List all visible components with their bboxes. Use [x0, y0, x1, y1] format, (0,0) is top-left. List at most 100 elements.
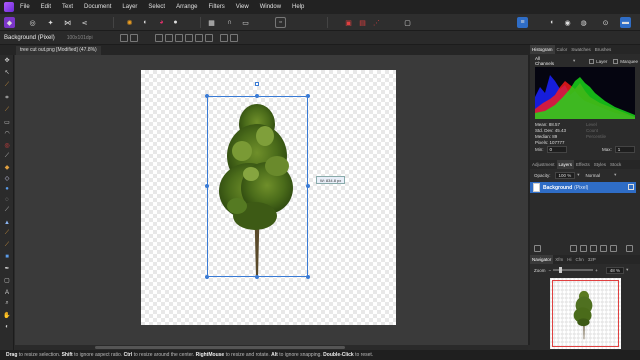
- marquee-tool-icon[interactable]: ▭: [3, 119, 11, 126]
- menu-file[interactable]: File: [20, 4, 30, 10]
- tab-color[interactable]: Color: [555, 47, 570, 52]
- layer-row-background[interactable]: Background (Pixel): [530, 182, 636, 193]
- snapping-icon[interactable]: ∩: [224, 17, 235, 28]
- marquee-checkbox[interactable]: [613, 58, 619, 64]
- zoom-out-icon[interactable]: −: [549, 268, 552, 273]
- tab-32p[interactable]: 32P: [586, 257, 598, 262]
- share-icon[interactable]: ◍: [578, 17, 589, 28]
- adjustment-layer-icon[interactable]: [580, 245, 587, 252]
- view-mode-icon[interactable]: ▭: [240, 17, 251, 28]
- live-filter-icon[interactable]: [590, 245, 597, 252]
- layer-checkbox[interactable]: [589, 58, 595, 64]
- menu-select[interactable]: Select: [148, 4, 165, 10]
- zoom-field[interactable]: 48 %: [605, 266, 625, 274]
- opacity-field[interactable]: 100 %: [554, 171, 576, 179]
- align-top-icon[interactable]: [185, 34, 193, 42]
- blend-mode-select[interactable]: Normal: [586, 173, 601, 178]
- color-picker-icon[interactable]: ⟋: [3, 82, 11, 89]
- tab-swatches[interactable]: Swatches: [569, 47, 593, 52]
- scrollbar-thumb[interactable]: [95, 346, 345, 349]
- chevron-down-icon[interactable]: ▾: [573, 58, 575, 64]
- help-icon[interactable]: ⊙: [600, 17, 611, 28]
- zoom-in-icon[interactable]: +: [595, 268, 598, 273]
- resize-handle-top[interactable]: [255, 94, 259, 98]
- develop-persona-icon[interactable]: ✦: [45, 17, 56, 28]
- align-bottom-icon[interactable]: [205, 34, 213, 42]
- pen-tool-icon[interactable]: ✒: [3, 265, 11, 272]
- chevron-down-icon[interactable]: ▾: [626, 267, 628, 273]
- tab-styles[interactable]: Styles: [592, 162, 608, 167]
- tab-channels[interactable]: Chn: [574, 257, 586, 262]
- move-tool-icon[interactable]: ✥: [3, 57, 11, 64]
- transform-origin-icon[interactable]: [120, 34, 128, 42]
- resize-handle-bottom[interactable]: [255, 275, 259, 279]
- menu-edit[interactable]: Edit: [41, 4, 51, 10]
- auto-white-balance-icon[interactable]: ●: [170, 17, 181, 28]
- clone-brush-icon[interactable]: ⟋: [3, 230, 11, 237]
- tone-mapping-persona-icon[interactable]: ⋈: [62, 17, 73, 28]
- zoom-tool-icon[interactable]: ⌕: [3, 300, 11, 307]
- shape-tool-icon[interactable]: ▢: [3, 277, 11, 284]
- tab-brushes[interactable]: Brushes: [593, 47, 614, 52]
- menu-filters[interactable]: Filters: [208, 4, 224, 10]
- menu-text[interactable]: Text: [62, 4, 73, 10]
- burn-tool-icon[interactable]: ⟋: [3, 207, 11, 214]
- menu-layer[interactable]: Layer: [122, 4, 137, 10]
- photo-persona-icon[interactable]: ◆: [4, 17, 15, 28]
- document-tab[interactable]: tree cut out.png [Modified] (47.8%): [16, 46, 101, 55]
- preferences-icon[interactable]: ▬: [620, 17, 631, 28]
- document-canvas[interactable]: W: 834.8 px: [141, 70, 396, 325]
- rotation-handle[interactable]: [255, 82, 259, 86]
- healing-brush-icon[interactable]: ⟋: [3, 242, 11, 249]
- tab-adjustment[interactable]: Adjustment: [530, 162, 557, 167]
- align-center-icon[interactable]: [165, 34, 173, 42]
- menu-view[interactable]: View: [236, 4, 249, 10]
- chevron-down-icon[interactable]: ▾: [614, 172, 616, 178]
- liquify-persona-icon[interactable]: ◎: [27, 17, 38, 28]
- chevron-down-icon[interactable]: ▾: [577, 172, 579, 178]
- auto-contrast-icon[interactable]: ◐: [140, 17, 151, 28]
- tab-histogram[interactable]: Histogram: [530, 45, 555, 54]
- resize-handle-top-left[interactable]: [205, 94, 209, 98]
- auto-levels-icon[interactable]: ✺: [124, 17, 135, 28]
- selection-brush-icon[interactable]: ⟋: [3, 107, 11, 114]
- resize-handle-left[interactable]: [205, 184, 209, 188]
- grid-icon[interactable]: ▦: [206, 17, 217, 28]
- align-right-icon[interactable]: [175, 34, 183, 42]
- layer-options-icon[interactable]: [534, 245, 541, 252]
- flip-horizontal-icon[interactable]: [230, 34, 238, 42]
- dodge-tool-icon[interactable]: ◌: [3, 196, 11, 203]
- tab-stock[interactable]: Stock: [608, 162, 623, 167]
- text-tool-icon[interactable]: A: [3, 289, 11, 296]
- menu-help[interactable]: Help: [292, 4, 304, 10]
- tab-effects[interactable]: Effects: [574, 162, 592, 167]
- flood-select-icon[interactable]: ◎: [3, 142, 11, 149]
- delete-layer-icon[interactable]: [626, 245, 633, 252]
- max-field[interactable]: 1: [614, 146, 635, 153]
- align-left-icon[interactable]: [155, 34, 163, 42]
- zoom-slider[interactable]: [553, 267, 594, 273]
- min-field[interactable]: 0: [546, 146, 567, 153]
- assistant-icon[interactable]: ≡: [517, 17, 528, 28]
- add-layer-icon[interactable]: [610, 245, 617, 252]
- menu-arrange[interactable]: Arrange: [176, 4, 197, 10]
- resize-handle-bottom-right[interactable]: [306, 275, 310, 279]
- hand-tool-icon[interactable]: ✋: [3, 312, 11, 319]
- snapshot-icon[interactable]: ◉: [562, 17, 573, 28]
- resize-handle-top-right[interactable]: [306, 94, 310, 98]
- mask-layer-icon[interactable]: [570, 245, 577, 252]
- color-wells-icon[interactable]: ◐: [3, 323, 11, 330]
- auto-colors-icon[interactable]: ◕: [156, 17, 167, 28]
- zoom-slider-thumb[interactable]: [559, 267, 563, 273]
- tab-transform[interactable]: Xfm: [553, 257, 565, 262]
- view-tool-icon[interactable]: ↖: [3, 69, 11, 76]
- selection-refine-icon[interactable]: ⋰: [371, 17, 382, 28]
- selection-mode-icon[interactable]: ▣: [343, 17, 354, 28]
- channel-select[interactable]: All Channels: [535, 56, 559, 66]
- flood-fill-icon[interactable]: ●: [3, 185, 11, 192]
- show-bounding-box-icon[interactable]: [130, 34, 138, 42]
- group-layers-icon[interactable]: [600, 245, 607, 252]
- gradient-tool-icon[interactable]: ■: [3, 253, 11, 260]
- tab-layers[interactable]: Layers: [556, 160, 575, 169]
- layer-visibility-checkbox[interactable]: [628, 184, 634, 190]
